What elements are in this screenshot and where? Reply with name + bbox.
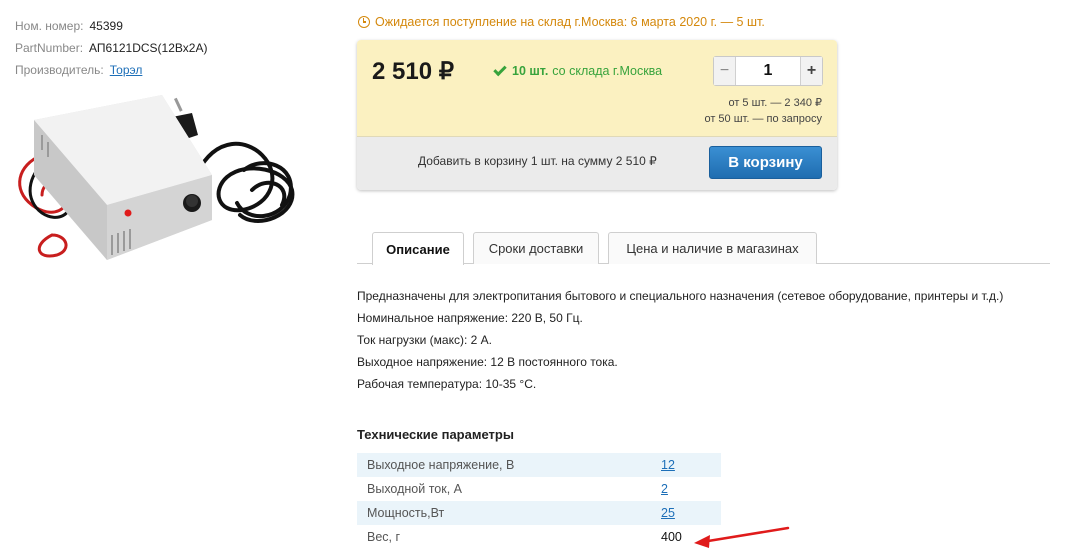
tab-availability[interactable]: Цена и наличие в магазинах <box>608 232 817 264</box>
part-number-row: PartNumber: АП6121DCS(12Вх2А) <box>15 37 207 59</box>
spec-value: 400 <box>661 530 682 544</box>
check-icon <box>493 62 507 76</box>
stock-number-value: 45399 <box>89 19 123 33</box>
manufacturer-row: Производитель: Торэл <box>15 59 207 81</box>
spec-row: Мощность,Вт 25 <box>357 501 721 525</box>
minus-icon[interactable]: − <box>714 57 736 85</box>
spec-name: Выходной ток, А <box>367 482 463 496</box>
specs-title: Технические параметры <box>357 427 514 442</box>
specs-table: Выходное напряжение, В 12 Выходной ток, … <box>357 453 721 549</box>
spec-row: Выходной ток, А 2 <box>357 477 721 501</box>
description-line: Рабочая температура: 10-35 °С. <box>357 377 537 391</box>
clock-icon <box>358 16 370 28</box>
spec-value-link[interactable]: 12 <box>661 458 675 472</box>
add-to-cart-button[interactable]: В корзину <box>709 146 822 179</box>
plus-icon[interactable]: + <box>800 57 822 85</box>
price-tier-2: от 50 шт. — по запросу <box>704 113 822 125</box>
stock-number-row: Ном. номер: 45399 <box>15 15 207 37</box>
quantity-stepper: − + <box>713 56 823 86</box>
buy-box: 2 510 ₽ 10 шт. со склада г.Москва − + от… <box>357 40 837 190</box>
description-line: Ток нагрузки (макс): 2 А. <box>357 333 492 347</box>
part-number-label: PartNumber: <box>15 41 84 55</box>
price-tiers: от 5 шт. — 2 340 ₽ от 50 шт. — по запрос… <box>704 95 822 127</box>
product-meta: Ном. номер: 45399 PartNumber: АП6121DCS(12… <box>15 15 207 81</box>
price-tier-1: от 5 шт. — 2 340 ₽ <box>728 97 822 109</box>
tab-delivery[interactable]: Сроки доставки <box>473 232 599 264</box>
quantity-input[interactable] <box>736 57 800 85</box>
description-line: Предназначены для электропитания бытовог… <box>357 289 1004 303</box>
spec-value-link[interactable]: 2 <box>661 482 668 496</box>
buy-box-price-area: 2 510 ₽ 10 шт. со склада г.Москва − + от… <box>357 40 837 136</box>
stock-source: со склада г.Москва <box>552 64 663 78</box>
spec-row: Вес, г 400 <box>357 525 721 549</box>
manufacturer-link[interactable]: Торэл <box>110 63 143 77</box>
product-image[interactable] <box>12 95 302 267</box>
buy-box-cart-area: Добавить в корзину 1 шт. на сумму 2 510 … <box>357 136 837 190</box>
spec-name: Выходное напряжение, В <box>367 458 515 472</box>
price: 2 510 ₽ <box>372 58 454 85</box>
stock-quantity: 10 шт. <box>512 64 549 78</box>
description: Предназначены для электропитания бытовог… <box>357 285 1003 395</box>
stock-status: 10 шт. со склада г.Москва <box>493 62 663 78</box>
arrival-notice: Ожидается поступление на склад г.Москва:… <box>358 15 765 29</box>
arrow-icon <box>694 526 790 548</box>
description-line: Выходное напряжение: 12 В постоянного то… <box>357 355 618 369</box>
manufacturer-label: Производитель: <box>15 63 104 77</box>
cart-summary: Добавить в корзину 1 шт. на сумму 2 510 … <box>418 154 657 168</box>
tab-bar: Описание Сроки доставки Цена и наличие в… <box>357 232 1050 265</box>
spec-value-link[interactable]: 25 <box>661 506 675 520</box>
spec-name: Вес, г <box>367 530 401 544</box>
spec-name: Мощность,Вт <box>367 506 445 520</box>
spec-row: Выходное напряжение, В 12 <box>357 453 721 477</box>
stock-number-label: Ном. номер: <box>15 19 84 33</box>
arrival-text: Ожидается поступление на склад г.Москва:… <box>375 15 765 29</box>
part-number-value: АП6121DCS(12Вх2А) <box>89 41 208 55</box>
tab-description[interactable]: Описание <box>372 232 464 265</box>
description-line: Номинальное напряжение: 220 В, 50 Гц. <box>357 311 583 325</box>
